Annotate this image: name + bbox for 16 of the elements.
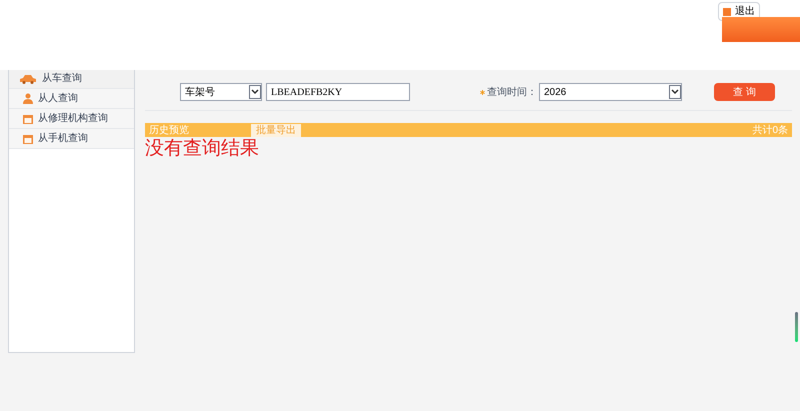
time-label: 查询时间： [487, 86, 537, 100]
sidebar-item[interactable]: 从修理机构查询 [9, 109, 134, 129]
query-button[interactable]: 查 询 [714, 83, 775, 101]
vin-input-field[interactable]: LBEADEFB2KY [266, 83, 410, 101]
result-count: 共计0条 [752, 124, 788, 138]
required-mark-icon [480, 90, 485, 94]
logout-icon [723, 8, 731, 16]
time-select[interactable]: 2026 [539, 83, 682, 101]
car-icon [19, 74, 37, 84]
sidebar-item[interactable]: 从人查询 [9, 89, 134, 109]
person-icon [23, 93, 33, 104]
sidebar-item[interactable]: 从手机查询 [9, 129, 134, 149]
scrollbar-thumb [795, 312, 798, 342]
empty-result-message: 没有查询结果 [145, 138, 260, 160]
type-select[interactable]: 车架号 [180, 83, 262, 101]
sidebar-item[interactable]: 从车查询 [9, 69, 134, 89]
